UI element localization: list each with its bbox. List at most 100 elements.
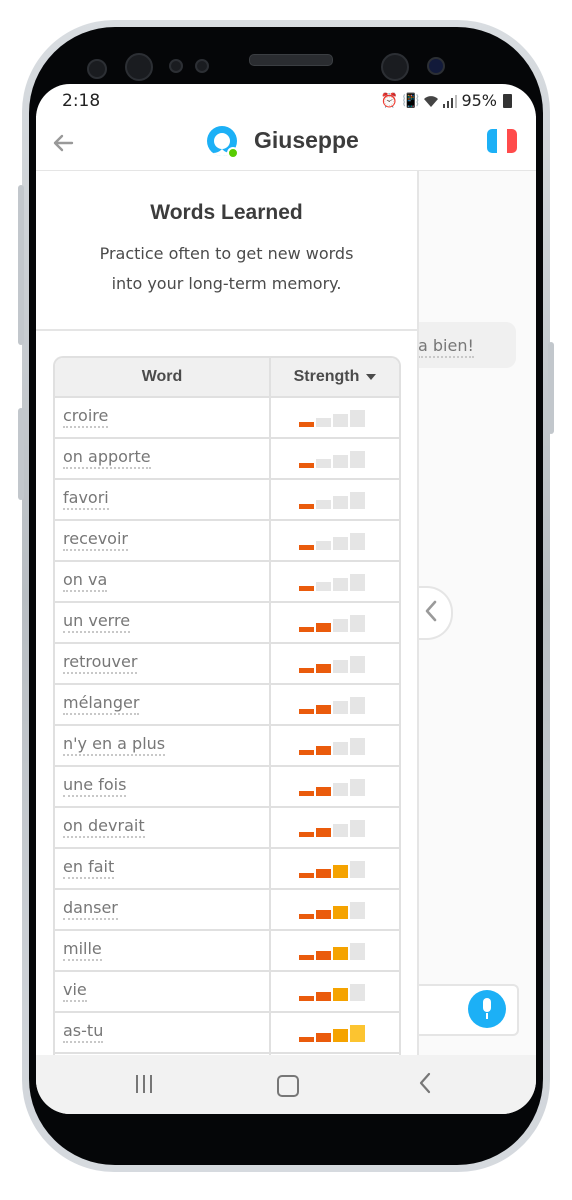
strength-bar [350, 697, 365, 714]
strength-meter [299, 984, 365, 1001]
strength-bar [299, 709, 314, 714]
iris-scanner [427, 57, 445, 75]
table-body: croire on apporte favori recevoir on va un ve… [55, 398, 399, 1055]
word-cell: retrouver [55, 644, 271, 683]
system-back-icon[interactable] [418, 1071, 432, 1101]
strength-cell [271, 644, 399, 683]
strength-bar [316, 418, 331, 427]
microphone-button[interactable] [468, 990, 506, 1028]
strength-bar [333, 865, 348, 878]
speaker-grill [249, 54, 333, 66]
word-text[interactable]: mélanger [63, 693, 140, 715]
table-row: une fois [55, 767, 399, 808]
word-text[interactable]: une fois [63, 775, 127, 797]
recent-apps-icon[interactable] [136, 1075, 152, 1093]
word-cell: croire [55, 398, 271, 437]
word-text[interactable]: mille [63, 939, 102, 961]
strength-meter [299, 656, 365, 673]
word-text[interactable]: danser [63, 898, 118, 920]
strength-column-header[interactable]: Strength [271, 358, 399, 396]
strength-meter [299, 902, 365, 919]
home-icon[interactable] [277, 1075, 299, 1097]
strength-meter [299, 451, 365, 468]
strength-bar [316, 1033, 331, 1042]
strength-bar [316, 664, 331, 673]
strength-meter [299, 943, 365, 960]
strength-bar [299, 914, 314, 919]
back-arrow-icon[interactable] [52, 128, 80, 156]
strength-cell [271, 890, 399, 929]
app-header: Giuseppe [36, 116, 536, 171]
strength-bar [350, 574, 365, 591]
word-text[interactable]: un verre [63, 611, 131, 633]
strength-bar [299, 873, 314, 878]
strength-cell [271, 685, 399, 724]
strength-bar [333, 906, 348, 919]
strength-bar [299, 750, 314, 755]
power-button [548, 342, 554, 434]
panel-title: Words Learned [150, 201, 303, 224]
strength-bar [316, 500, 331, 509]
battery-icon [503, 93, 512, 108]
strength-bar [350, 902, 365, 919]
strength-bar [350, 984, 365, 1001]
strength-bar [333, 496, 348, 509]
word-cell: n'y en a plus [55, 726, 271, 765]
table-row: n'y en a plus [55, 726, 399, 767]
word-column-header[interactable]: Word [55, 358, 271, 396]
strength-bar [350, 861, 365, 878]
strength-meter [299, 738, 365, 755]
strength-bar [316, 869, 331, 878]
table-row: recevoir [55, 521, 399, 562]
table-row: danser [55, 890, 399, 931]
strength-bar [333, 414, 348, 427]
strength-bar [350, 492, 365, 509]
table-row: vie [55, 972, 399, 1013]
table-row: mélanger [55, 685, 399, 726]
word-text[interactable]: on devrait [63, 816, 145, 838]
strength-meter [299, 492, 365, 509]
wifi-icon [424, 95, 439, 107]
panel-subtitle-line2: into your long-term memory. [111, 274, 342, 293]
strength-meter [299, 1025, 365, 1042]
strength-meter [299, 533, 365, 550]
strength-cell [271, 808, 399, 847]
panel-subtitle: Practice often to get new words into you… [76, 239, 377, 299]
table-row: favori [55, 480, 399, 521]
word-text[interactable]: n'y en a plus [63, 734, 166, 756]
word-text[interactable]: en fait [63, 857, 115, 879]
strength-bar [333, 988, 348, 1001]
strength-bar [299, 832, 314, 837]
french-flag-icon[interactable] [487, 129, 517, 153]
word-text[interactable]: favori [63, 488, 109, 510]
strength-bar [316, 746, 331, 755]
table-row: croire [55, 398, 399, 439]
words-learned-panel: Words Learned Practice often to get new … [36, 171, 419, 1055]
word-text[interactable]: on va [63, 570, 108, 592]
word-text[interactable]: on apporte [63, 447, 151, 469]
strength-bar [333, 742, 348, 755]
word-cell: on devrait [55, 808, 271, 847]
front-sensor [125, 53, 153, 81]
word-text[interactable]: croire [63, 406, 109, 428]
chevron-left-icon [425, 600, 437, 622]
strength-bar [333, 578, 348, 591]
divider [36, 329, 417, 331]
strength-meter [299, 697, 365, 714]
strength-bar [350, 615, 365, 632]
sensor-dot-small [169, 59, 183, 73]
strength-cell [271, 1013, 399, 1052]
word-cell: mélanger [55, 685, 271, 724]
strength-bar [316, 951, 331, 960]
word-text[interactable]: as-tu [63, 1021, 104, 1043]
word-text[interactable]: vie [63, 980, 87, 1002]
strength-bar [299, 463, 314, 468]
chat-bubble-text[interactable]: a bien! [418, 336, 474, 358]
word-cell: vie [55, 972, 271, 1011]
word-cell: une fois [55, 767, 271, 806]
strength-cell [271, 439, 399, 478]
word-text[interactable]: retrouver [63, 652, 138, 674]
strength-bar [350, 820, 365, 837]
word-text[interactable]: recevoir [63, 529, 128, 551]
avatar[interactable] [206, 125, 240, 159]
